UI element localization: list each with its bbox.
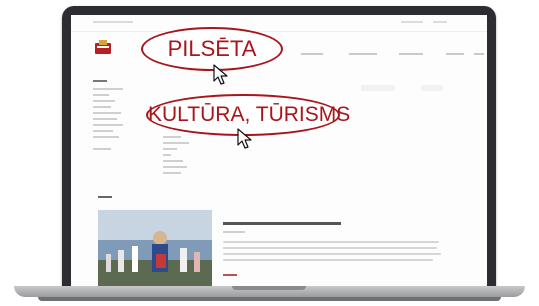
menu-link[interactable] <box>163 154 171 156</box>
menu-link[interactable] <box>163 160 183 162</box>
nav-item[interactable] <box>399 53 423 55</box>
nav-item[interactable] <box>349 53 377 55</box>
menu-link[interactable] <box>93 118 117 120</box>
article-text-line <box>223 247 437 249</box>
nav-item[interactable] <box>474 53 484 55</box>
menu-link[interactable] <box>163 172 181 174</box>
menu-link[interactable] <box>93 136 119 138</box>
menu-link[interactable] <box>93 148 111 150</box>
nav-item[interactable] <box>446 53 464 55</box>
menu-link[interactable] <box>163 148 177 150</box>
menu-pill[interactable] <box>421 85 443 91</box>
read-more-link[interactable] <box>223 274 237 276</box>
laptop-mockup: PILSĒTA KULTŪRA, TŪRISMS <box>0 0 539 306</box>
menu-column-heading <box>93 80 107 82</box>
laptop-base-shadow <box>38 297 501 301</box>
laptop-notch <box>232 286 306 290</box>
utility-text-placeholder <box>433 21 447 23</box>
menu-link[interactable] <box>163 136 181 138</box>
mouse-pointer-icon <box>237 128 252 149</box>
mouse-pointer-icon <box>213 64 228 85</box>
crest-logo-icon[interactable] <box>93 38 113 58</box>
utility-text-placeholder <box>401 21 423 23</box>
callout-pilseta: PILSĒTA <box>141 27 283 71</box>
callout-pilseta-label: PILSĒTA <box>167 36 257 61</box>
news-photo[interactable] <box>98 210 212 289</box>
utility-bar <box>71 15 487 32</box>
menu-pill[interactable] <box>361 85 395 91</box>
article-text-line <box>223 241 439 243</box>
menu-link[interactable] <box>93 106 111 108</box>
menu-link[interactable] <box>93 112 121 114</box>
menu-link[interactable] <box>163 166 187 168</box>
menu-link[interactable] <box>163 142 189 144</box>
article-text-line <box>223 253 441 255</box>
menu-link[interactable] <box>93 94 109 96</box>
menu-link[interactable] <box>93 100 115 102</box>
nav-item[interactable] <box>301 53 323 55</box>
laptop-lid: PILSĒTA KULTŪRA, TŪRISMS <box>62 6 496 290</box>
article-title[interactable] <box>223 222 341 225</box>
section-heading <box>98 196 112 198</box>
menu-link[interactable] <box>93 88 123 90</box>
article-text-line <box>223 259 433 261</box>
menu-link[interactable] <box>93 130 113 132</box>
website-screen: PILSĒTA KULTŪRA, TŪRISMS <box>71 15 487 289</box>
callout-kultura-turisms-label: KULTŪRA, TŪRISMS <box>148 103 351 126</box>
article-date <box>223 231 245 233</box>
utility-text-placeholder <box>93 21 133 23</box>
menu-link[interactable] <box>93 124 123 126</box>
